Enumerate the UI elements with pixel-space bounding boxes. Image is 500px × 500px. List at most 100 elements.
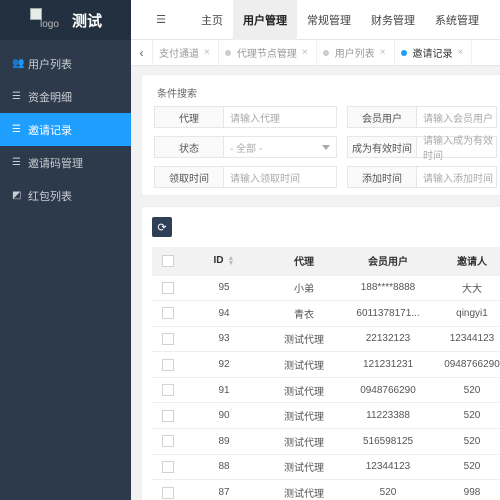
valid-time-label: 成为有效时间 — [347, 136, 417, 158]
table-row[interactable]: 87 测试代理 520 998 — [152, 479, 500, 500]
add-time-input[interactable]: 请输入添加时间 — [417, 166, 497, 188]
filter-legend: 条件搜索 — [157, 89, 197, 100]
close-icon[interactable]: × — [458, 47, 464, 58]
cell-id: 89 — [184, 428, 264, 455]
row-checkbox[interactable] — [152, 402, 184, 430]
sidebar-item-3[interactable]: ☰ 邀请码管理 — [0, 146, 131, 179]
cell-id: 88 — [184, 454, 264, 481]
chevron-down-icon — [322, 145, 330, 150]
main-content: 条件搜索 代理 请输入代理 会员用户 请输入会员用户 状态 - 全部 - 成为有… — [131, 66, 500, 500]
top-nav-item[interactable]: 用户管理 — [233, 0, 297, 40]
cell-agent: 青衣 — [264, 300, 344, 327]
tab-item[interactable]: 代理节点管理 × — [219, 39, 317, 66]
row-checkbox[interactable] — [152, 479, 184, 500]
close-icon[interactable]: × — [380, 47, 386, 58]
column-header-inviter: 邀请人 — [432, 247, 500, 276]
table-row[interactable]: 89 测试代理 516598125 520 — [152, 428, 500, 455]
select-all-checkbox[interactable] — [152, 247, 184, 276]
table-row[interactable]: 93 测试代理 22132123 12344123 — [152, 326, 500, 353]
chevron-left-icon[interactable]: ‹ — [131, 39, 153, 66]
cell-member: 0948766290 — [344, 377, 432, 404]
member-input[interactable]: 请输入会员用户 — [417, 106, 497, 128]
sidebar-item-1[interactable]: ☰ 资金明细 — [0, 80, 131, 113]
tab-item[interactable]: 支付通道 × — [153, 39, 219, 66]
cell-agent: 测试代理 — [264, 377, 344, 404]
tab-item[interactable]: 用户列表 × — [317, 39, 395, 66]
cell-inviter: qingyi1 — [432, 300, 500, 327]
top-nav-item[interactable]: 常规管理 — [297, 0, 361, 40]
cell-inviter: 大大 — [432, 275, 500, 302]
table-header-row: ID ▲ ▼ 代理 会员用户 邀请人 — [152, 247, 500, 276]
table-row[interactable]: 95 小弟 188****8888 大大 — [152, 275, 500, 302]
redpacket-icon: ◩ — [12, 190, 22, 201]
table-row[interactable]: 88 测试代理 12344123 520 — [152, 454, 500, 481]
list-icon: ☰ — [12, 91, 21, 102]
row-checkbox[interactable] — [152, 428, 184, 455]
logo-area: logo 测试 — [0, 0, 131, 40]
cell-agent: 测试代理 — [264, 428, 344, 455]
row-checkbox[interactable] — [152, 351, 184, 378]
row-checkbox[interactable] — [152, 454, 184, 481]
cell-inviter: 520 — [432, 377, 500, 404]
column-header-agent: 代理 — [264, 247, 344, 276]
row-checkbox[interactable] — [152, 300, 184, 327]
table-row[interactable]: 91 测试代理 0948766290 520 — [152, 377, 500, 404]
top-bar: ☰ 主页 用户管理 常规管理 财务管理 系统管理 — [131, 0, 500, 40]
cell-id: 90 — [184, 402, 264, 430]
menu-toggle-icon[interactable]: ☰ — [131, 0, 191, 39]
cell-inviter: 998 — [432, 479, 500, 500]
cell-agent: 测试代理 — [264, 326, 344, 353]
claim-time-label: 领取时间 — [154, 166, 224, 188]
add-time-label: 添加时间 — [347, 166, 417, 188]
users-icon: 👥 — [12, 58, 25, 69]
tab-dot-icon — [224, 49, 231, 56]
top-nav-item[interactable]: 主页 — [191, 0, 233, 40]
logo-alt-text: logo — [40, 19, 59, 30]
agent-label: 代理 — [154, 106, 224, 128]
cell-id: 91 — [184, 377, 264, 404]
table-row[interactable]: 94 青衣 6011378171... qingyi1 — [152, 300, 500, 327]
cell-agent: 测试代理 — [264, 479, 344, 500]
close-icon[interactable]: × — [204, 47, 210, 58]
sidebar: logo 测试 👥 用户列表 ☰ 资金明细 ☰ 邀请记录 ☰ 邀请码管理 ◩ 红包列表 — [0, 0, 131, 500]
status-label: 状态 — [154, 136, 224, 158]
cell-member: 121231231 — [344, 351, 432, 378]
cell-inviter: 520 — [432, 454, 500, 481]
tab-dot-icon — [400, 49, 407, 56]
sidebar-item-label: 资金明细 — [28, 91, 72, 104]
table-row[interactable]: 90 测试代理 11223388 520 — [152, 402, 500, 430]
cell-id: 92 — [184, 351, 264, 378]
cell-id: 95 — [184, 275, 264, 302]
refresh-icon[interactable]: ⟳ — [152, 217, 172, 237]
top-nav-item[interactable]: 财务管理 — [361, 0, 425, 40]
tab-item[interactable]: 邀请记录 × — [395, 39, 473, 66]
sidebar-item-0[interactable]: 👥 用户列表 — [0, 47, 131, 80]
column-header-id[interactable]: ID ▲ ▼ — [184, 247, 264, 276]
sort-icon[interactable]: ▲ ▼ — [228, 255, 235, 267]
cell-id: 87 — [184, 479, 264, 500]
tab-label: 代理节点管理 — [236, 49, 297, 60]
sidebar-item-2[interactable]: ☰ 邀请记录 — [0, 113, 131, 146]
tab-label: 支付通道 — [159, 49, 199, 60]
valid-time-input[interactable]: 请输入成为有效时间 — [417, 136, 497, 162]
table-panel: ⟳ ID ▲ ▼ 代理 会员用户 邀请人 95 小弟 188****8888 大大 94 青衣… — [141, 206, 500, 500]
claim-time-input[interactable]: 请输入领取时间 — [224, 166, 337, 188]
cell-id: 93 — [184, 326, 264, 353]
cell-member: 520 — [344, 479, 432, 500]
status-select[interactable]: - 全部 - — [224, 136, 337, 158]
row-checkbox[interactable] — [152, 326, 184, 353]
tab-label: 用户列表 — [334, 49, 375, 60]
row-checkbox[interactable] — [152, 377, 184, 404]
cell-inviter: 520 — [432, 402, 500, 430]
list-icon: ☰ — [12, 124, 21, 135]
sidebar-nav: 👥 用户列表 ☰ 资金明细 ☰ 邀请记录 ☰ 邀请码管理 ◩ 红包列表 — [0, 40, 131, 212]
logo-image: logo — [30, 8, 64, 32]
top-nav: 主页 用户管理 常规管理 财务管理 系统管理 — [191, 0, 489, 40]
sidebar-item-4[interactable]: ◩ 红包列表 — [0, 179, 131, 212]
agent-input[interactable]: 请输入代理 — [224, 106, 337, 128]
close-icon[interactable]: × — [302, 47, 308, 58]
row-checkbox[interactable] — [152, 275, 184, 302]
cell-member: 22132123 — [344, 326, 432, 353]
top-nav-item[interactable]: 系统管理 — [425, 0, 489, 40]
table-row[interactable]: 92 测试代理 121231231 0948766290 — [152, 351, 500, 378]
